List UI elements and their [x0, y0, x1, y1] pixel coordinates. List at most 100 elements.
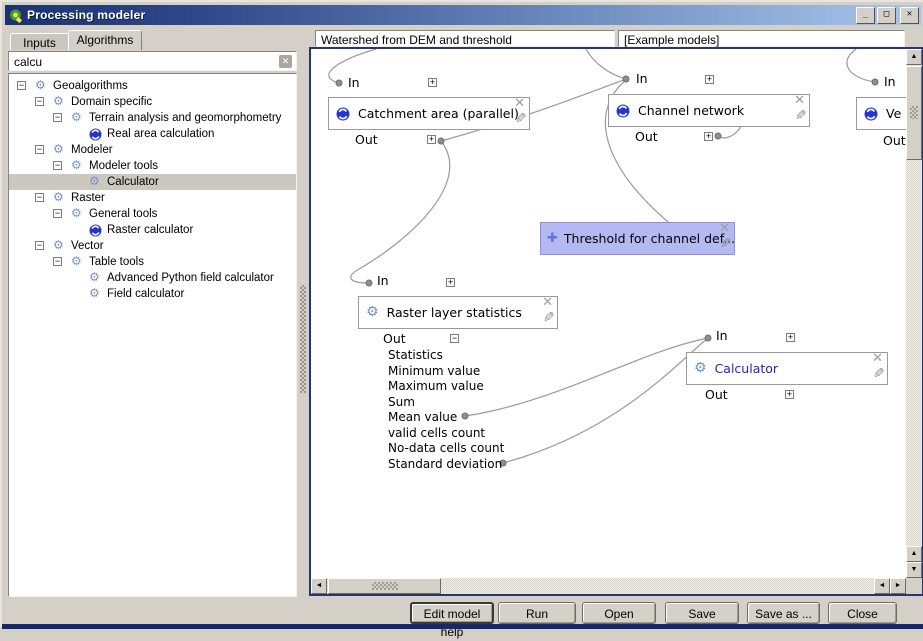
- collapse-icon[interactable]: −: [35, 145, 44, 154]
- scroll-up-icon-2[interactable]: ▲: [906, 546, 922, 562]
- rasterstats-in-expand-icon[interactable]: +: [446, 278, 455, 287]
- channel-in-label: In: [636, 71, 648, 86]
- catchment-out-expand-icon[interactable]: +: [427, 135, 436, 144]
- edit-node-icon[interactable]: ✎: [543, 310, 555, 326]
- scroll-down-icon[interactable]: ▼: [906, 562, 922, 578]
- output-minimum-value[interactable]: Minimum value: [388, 364, 480, 378]
- close-button[interactable]: ✕: [900, 7, 919, 24]
- rasterstats-out-label: Out: [383, 331, 406, 346]
- tree-item-modeler-tools[interactable]: − ⚙ Modeler tools: [9, 158, 296, 174]
- port-dot-meanvalue-out[interactable]: [462, 413, 468, 419]
- delete-node-icon[interactable]: ✕: [719, 221, 730, 236]
- port-dot-channel-in[interactable]: [623, 76, 629, 82]
- open-button[interactable]: Open: [582, 602, 656, 624]
- saga-icon: [616, 104, 630, 118]
- node-catchment-area[interactable]: Catchment area (parallel) ✕ ✎: [328, 97, 530, 130]
- vertical-scrollbar-thumb[interactable]: [906, 66, 922, 160]
- run-button[interactable]: Run: [498, 602, 576, 624]
- tree-item-advanced-python-field-calculator[interactable]: ⚙ Advanced Python field calculator: [9, 270, 296, 286]
- collapse-icon[interactable]: −: [53, 257, 62, 266]
- collapse-icon[interactable]: −: [53, 113, 62, 122]
- clear-search-icon[interactable]: ✕: [279, 55, 292, 68]
- calculator-out-expand-icon[interactable]: +: [785, 390, 794, 399]
- edit-model-help-button[interactable]: Edit model help: [410, 602, 494, 624]
- maximize-button[interactable]: □: [877, 7, 896, 24]
- catchment-in-expand-icon[interactable]: +: [428, 78, 437, 87]
- model-group-input[interactable]: [622, 32, 897, 48]
- horizontal-scrollbar-thumb[interactable]: [328, 578, 441, 594]
- output-nodata-cells[interactable]: No-data cells count: [388, 441, 504, 455]
- panel-splitter-handle[interactable]: [300, 285, 306, 393]
- save-button[interactable]: Save: [665, 602, 739, 624]
- collapse-icon[interactable]: −: [35, 97, 44, 106]
- tree-item-vector[interactable]: − ⚙ Vector: [9, 238, 296, 254]
- output-sum[interactable]: Sum: [388, 395, 415, 409]
- tree-item-raster[interactable]: − ⚙ Raster: [9, 190, 296, 206]
- scroll-up-icon[interactable]: ▲: [906, 49, 922, 65]
- node-threshold-input[interactable]: ✚ Threshold for channel def... ✕ ✎: [540, 222, 735, 255]
- output-valid-cells[interactable]: valid cells count: [388, 426, 485, 440]
- channel-out-label: Out: [635, 129, 658, 144]
- tree-item-real-area-calculation[interactable]: Real area calculation: [9, 126, 296, 142]
- edit-node-icon[interactable]: ✎: [795, 108, 807, 124]
- port-dot-catchment-in[interactable]: [336, 80, 342, 86]
- output-statistics[interactable]: Statistics: [388, 348, 443, 362]
- output-std-deviation[interactable]: Standard deviation: [388, 457, 502, 471]
- calculator-in-expand-icon[interactable]: +: [786, 333, 795, 342]
- gear-icon: ⚙: [694, 361, 707, 376]
- output-mean-value[interactable]: Mean value: [388, 410, 457, 424]
- link-meanvalue-to-calculator: [465, 338, 708, 416]
- collapse-icon[interactable]: −: [53, 209, 62, 218]
- port-dot-rasterstats-in[interactable]: [366, 280, 372, 286]
- gear-icon: ⚙: [89, 270, 100, 285]
- scroll-left-icon-2[interactable]: ◄: [874, 578, 890, 594]
- tree-item-terrain-analysis[interactable]: − ⚙ Terrain analysis and geomorphometry: [9, 110, 296, 126]
- save-as-button[interactable]: Save as ...: [747, 602, 820, 624]
- tree-item-field-calculator[interactable]: ⚙ Field calculator: [9, 286, 296, 302]
- tree-item-domain-specific[interactable]: − ⚙ Domain specific: [9, 94, 296, 110]
- algorithm-search-box: ✕: [8, 51, 297, 71]
- edit-node-icon[interactable]: ✎: [720, 236, 732, 252]
- rasterstats-out-collapse-icon[interactable]: −: [450, 334, 459, 343]
- delete-node-icon[interactable]: ✕: [872, 351, 883, 366]
- gear-icon: ⚙: [53, 238, 64, 253]
- edit-node-icon[interactable]: ✎: [873, 366, 885, 382]
- tree-item-calculator[interactable]: ⚙ Calculator: [9, 174, 296, 190]
- tree-item-general-tools[interactable]: − ⚙ General tools: [9, 206, 296, 222]
- collapse-icon[interactable]: −: [35, 241, 44, 250]
- channel-in-expand-icon[interactable]: +: [705, 75, 714, 84]
- close-dialog-button[interactable]: Close: [828, 602, 897, 624]
- port-dot-ve-in[interactable]: [872, 79, 878, 85]
- scroll-right-icon[interactable]: ►: [890, 578, 906, 594]
- collapse-icon[interactable]: −: [35, 193, 44, 202]
- node-ve-clipped[interactable]: Ve: [856, 97, 906, 130]
- search-input[interactable]: [12, 54, 271, 70]
- delete-node-icon[interactable]: ✕: [514, 96, 525, 111]
- model-canvas-frame: In + Catchment area (parallel) ✕ ✎ Out +…: [309, 47, 923, 596]
- port-dot-catchment-out[interactable]: [438, 138, 444, 144]
- titlebar: Processing modeler _ □ ✕: [5, 5, 921, 25]
- tab-algorithms[interactable]: Algorithms: [68, 30, 142, 50]
- port-dot-channel-out[interactable]: [715, 133, 721, 139]
- collapse-icon[interactable]: −: [17, 81, 26, 90]
- tree-item-raster-calculator[interactable]: Raster calculator: [9, 222, 296, 238]
- tab-inputs[interactable]: Inputs: [10, 33, 69, 50]
- tree-item-modeler[interactable]: − ⚙ Modeler: [9, 142, 296, 158]
- output-maximum-value[interactable]: Maximum value: [388, 379, 484, 393]
- node-raster-layer-statistics[interactable]: ⚙ Raster layer statistics ✕ ✎: [358, 296, 558, 329]
- model-canvas[interactable]: In + Catchment area (parallel) ✕ ✎ Out +…: [311, 49, 906, 578]
- model-name-input[interactable]: [319, 32, 606, 48]
- collapse-icon[interactable]: −: [53, 161, 62, 170]
- channel-out-expand-icon[interactable]: +: [704, 132, 713, 141]
- scroll-left-icon[interactable]: ◄: [311, 578, 327, 594]
- node-calculator[interactable]: ⚙ Calculator ✕ ✎: [686, 352, 888, 385]
- minimize-button[interactable]: _: [856, 7, 875, 24]
- node-channel-network[interactable]: Channel network ✕ ✎: [608, 94, 810, 127]
- tree-item-table-tools[interactable]: − ⚙ Table tools: [9, 254, 296, 270]
- delete-node-icon[interactable]: ✕: [794, 93, 805, 108]
- port-dot-calculator-in[interactable]: [705, 335, 711, 341]
- delete-node-icon[interactable]: ✕: [542, 295, 553, 310]
- catchment-out-label: Out: [355, 132, 378, 147]
- tree-item-geoalgorithms[interactable]: − ⚙ Geoalgorithms: [9, 78, 296, 94]
- edit-node-icon[interactable]: ✎: [515, 111, 527, 127]
